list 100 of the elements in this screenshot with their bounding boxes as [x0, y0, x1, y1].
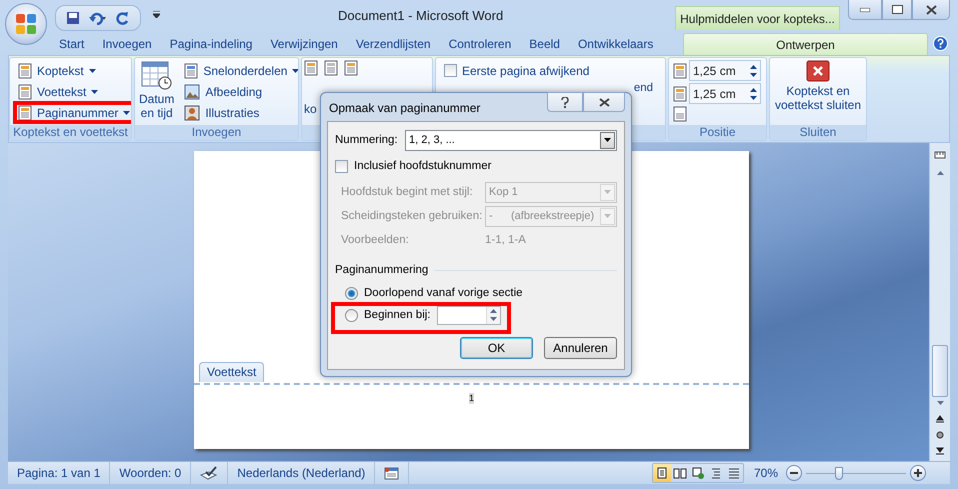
language-status[interactable]: Nederlands (Nederland) [228, 462, 376, 484]
ribbon-button[interactable]: Paginanummer [14, 102, 131, 123]
document-icon [18, 84, 32, 100]
ribbon-button[interactable]: Snelonderdelen [180, 60, 298, 81]
quick-parts-icon [184, 62, 198, 78]
clipart-icon [184, 104, 200, 120]
context-tab-title: Hulpmiddelen voor kopteks... [675, 6, 840, 30]
vertical-scrollbar[interactable] [929, 143, 950, 461]
radio-label: Doorlopend vanaf vorige sectie [364, 286, 523, 300]
view-icon [672, 466, 687, 480]
start-at-field[interactable] [436, 306, 500, 324]
alignment-tab-icon [673, 106, 687, 122]
minimize-icon [860, 8, 870, 12]
redo-icon[interactable] [116, 11, 130, 25]
ribbon-tab[interactable]: Start [50, 33, 94, 55]
close-button[interactable] [912, 0, 950, 20]
close-button[interactable] [583, 92, 625, 112]
radio-label: Beginnen bij: [364, 308, 430, 322]
office-button[interactable] [5, 3, 47, 45]
example-text: 1-1, 1-A [485, 232, 526, 248]
scroll-thumb[interactable] [932, 345, 948, 397]
checkbox-option[interactable]: Eerste pagina afwijkend [440, 60, 661, 81]
date-time-button[interactable]: Datum en tijd [139, 60, 174, 123]
document-icon [304, 60, 318, 76]
ribbon-tab[interactable]: Controleren [440, 33, 520, 55]
close-icon [926, 4, 936, 14]
ruler-icon[interactable] [934, 149, 946, 161]
browse-buttons-icon[interactable] [936, 415, 944, 455]
maximize-button[interactable] [882, 0, 912, 20]
field-label: Scheidingsteken gebruiken: [341, 208, 479, 224]
margin-icon [673, 86, 687, 102]
ribbon-tab[interactable]: Ontwikkelaars [568, 33, 662, 55]
help-icon [561, 96, 569, 108]
scroll-up-icon [936, 171, 944, 175]
dialog-button[interactable]: Annuleren [544, 337, 617, 359]
down-icon [750, 96, 757, 100]
document-icon [18, 62, 32, 78]
dialog-button[interactable]: OK [460, 337, 533, 359]
zoom-out-button[interactable] [786, 465, 802, 481]
view-icon [726, 466, 741, 480]
section-heading: Paginanummering [335, 263, 428, 278]
option-label: end [634, 81, 653, 96]
margin-icon [673, 62, 687, 78]
macro-icon[interactable] [384, 466, 400, 480]
ribbon-tab[interactable]: Pagina-indeling [160, 33, 262, 55]
ribbon-button[interactable]: Afbeelding [180, 81, 298, 102]
page-status[interactable]: Pagina: 1 van 1 [8, 462, 110, 484]
ribbon-tab[interactable]: Invoegen [93, 33, 161, 55]
close-icon [598, 98, 610, 106]
zoom-in-button[interactable] [910, 465, 926, 481]
down-icon [490, 317, 496, 322]
up-icon [750, 88, 757, 92]
view-button[interactable] [652, 464, 671, 482]
zoom-level[interactable]: 70% [754, 466, 778, 480]
numbering-select[interactable]: 1, 2, 3, ... [405, 130, 617, 150]
scroll-down-icon [936, 401, 944, 405]
zoom-thumb[interactable] [835, 466, 843, 480]
document-icon [344, 60, 358, 76]
window-title: Document1 - Microsoft Word [338, 8, 504, 23]
undo-icon[interactable] [88, 11, 108, 25]
ribbon-button[interactable]: ko [304, 60, 318, 123]
document-icon [324, 60, 338, 76]
close-header-footer-button[interactable]: Koptekst en voettekst sluiten [774, 60, 862, 123]
caret-icon [123, 110, 130, 114]
caret-icon [88, 68, 96, 72]
ribbon-tab[interactable]: Beeld [520, 33, 569, 55]
spinner-field[interactable]: 1,25 cm [689, 60, 761, 81]
picture-icon [184, 84, 200, 100]
view-icon [654, 466, 669, 480]
save-icon[interactable] [66, 11, 80, 25]
ribbon-button[interactable]: Koptekst [14, 60, 131, 81]
close-icon [806, 60, 830, 82]
checkbox-label: Inclusief hoofdstuknummer [354, 158, 492, 174]
office-logo-icon [15, 13, 37, 35]
customize-icon[interactable] [153, 11, 160, 18]
ribbon-tab[interactable]: Verzendlijsten [346, 33, 440, 55]
field-label: Hoofdstuk begint met stijl: [341, 184, 474, 200]
down-icon [750, 72, 757, 76]
radio-button[interactable] [345, 308, 358, 322]
help-icon[interactable] [933, 36, 948, 51]
word-count[interactable]: Woorden: 0 [110, 462, 192, 484]
radio-button[interactable] [345, 286, 358, 300]
help-button[interactable] [547, 92, 583, 112]
checkbox[interactable] [444, 64, 457, 77]
up-icon [490, 308, 496, 313]
dropdown-icon [604, 190, 611, 194]
spinner-field[interactable]: 1,25 cm [689, 83, 761, 104]
ribbon-button[interactable]: Illustraties [180, 102, 298, 123]
ribbon-tab[interactable]: Verwijzingen [261, 33, 347, 55]
minus-icon [790, 472, 798, 474]
field-label: Nummering: [335, 132, 399, 148]
ribbon-tab[interactable]: Ontwerpen [683, 33, 928, 55]
proofing-icon[interactable] [200, 466, 218, 480]
group-label: Invoegen [135, 125, 298, 140]
group-label: Sluiten [770, 125, 866, 140]
checkbox[interactable] [335, 160, 348, 172]
ribbon-button[interactable]: Voettekst [14, 81, 131, 102]
field-label: Voorbeelden: [341, 232, 410, 248]
calendar-clock-icon [140, 60, 173, 90]
view-icon [690, 466, 705, 480]
